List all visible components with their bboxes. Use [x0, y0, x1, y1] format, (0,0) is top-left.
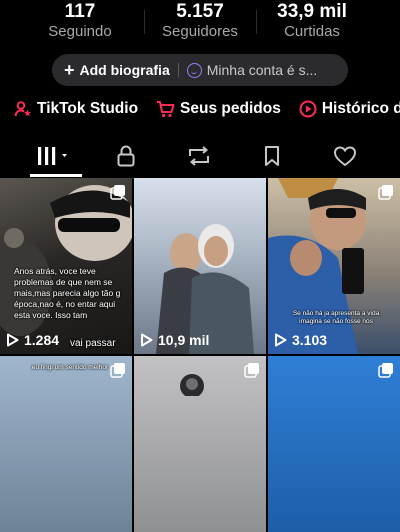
video-thumbnail[interactable] — [134, 356, 266, 532]
thumbnail-image — [156, 224, 254, 354]
video-thumbnail[interactable]: 10,9 mil — [134, 178, 266, 354]
play-icon — [275, 333, 287, 347]
view-count-text: 3.103 — [292, 332, 328, 348]
tab-liked[interactable] — [320, 138, 370, 174]
likes-label: Curtidas — [284, 23, 340, 40]
following-count: 117 — [64, 1, 96, 22]
smile-icon — [186, 62, 202, 78]
followers-label: Seguidores — [162, 23, 238, 40]
profile-stats: 117 Seguindo 5.157 Seguidores 33,9 mil C… — [0, 0, 400, 44]
person-star-icon — [14, 101, 31, 117]
tab-reposts[interactable] — [174, 138, 224, 174]
bio-bar: + Add biografia Minha conta é s... — [52, 54, 348, 86]
active-tab-indicator — [30, 174, 82, 177]
bio-divider — [177, 63, 179, 77]
multi-image-icon — [244, 363, 259, 378]
tab-private[interactable] — [101, 138, 151, 174]
multi-image-icon — [110, 185, 125, 200]
content-tabs — [0, 138, 400, 179]
multi-image-icon — [378, 185, 393, 200]
view-count-text: 1.284 — [24, 332, 60, 348]
account-status-link[interactable]: Minha conta é s... — [207, 62, 318, 78]
tiktok-studio-label: TikTok Studio — [37, 100, 139, 117]
tiktok-studio-link[interactable]: TikTok Studio — [14, 100, 138, 118]
following-stat[interactable]: 117 Seguindo — [20, 0, 140, 40]
add-bio-button[interactable]: Add biografia — [80, 62, 170, 78]
followers-stat[interactable]: 5.157 Seguidores — [140, 0, 260, 40]
play-circle-icon — [299, 100, 317, 118]
followers-count: 5.157 — [176, 1, 224, 22]
video-caption: Se não há ja apresenta a vida imagina se… — [292, 310, 380, 325]
quick-links: TikTok Studio Seus pedidos Histórico d — [14, 96, 400, 122]
video-thumbnail[interactable]: Anos atrás, voce teve problemas de que n… — [0, 178, 132, 354]
orders-label: Seus pedidos — [180, 100, 281, 117]
view-count: 10,9 mil — [140, 332, 209, 348]
repost-icon — [189, 146, 209, 166]
play-icon — [141, 333, 153, 347]
multi-image-icon — [110, 363, 125, 378]
video-thumbnail[interactable] — [268, 356, 400, 532]
bookmark-icon — [265, 146, 279, 166]
orders-link[interactable]: Seus pedidos — [156, 100, 281, 118]
lock-icon — [117, 145, 135, 167]
play-icon — [7, 333, 19, 347]
view-count: 3.103 — [274, 332, 327, 348]
likes-count: 33,9 mil — [277, 1, 347, 22]
heart-icon — [333, 146, 357, 167]
tab-favorites[interactable] — [247, 138, 297, 174]
view-count: 1.284 — [6, 332, 59, 348]
cart-icon — [157, 101, 175, 118]
video-caption: Anos atrás, voce teve problemas de que n… — [14, 266, 121, 320]
history-link[interactable]: Histórico d — [299, 100, 400, 118]
video-caption-footer: vai passar — [70, 338, 116, 349]
likes-stat[interactable]: 33,9 mil Curtidas — [252, 0, 372, 40]
tab-videos[interactable] — [30, 138, 80, 174]
view-count-text: 10,9 mil — [158, 332, 210, 348]
multi-image-icon — [378, 363, 393, 378]
following-label: Seguindo — [48, 23, 112, 40]
history-label: Histórico d — [321, 100, 400, 117]
video-caption: eu fingi um sentido melhor — [31, 364, 109, 371]
video-thumbnail[interactable]: Se não há ja apresenta a vida imagina se… — [268, 178, 400, 354]
videos-grid-icon — [38, 147, 67, 165]
video-thumbnail[interactable]: eu fingi um sentido melhor — [0, 356, 132, 532]
plus-icon[interactable]: + — [64, 61, 75, 79]
thumbnail-image — [268, 178, 366, 354]
